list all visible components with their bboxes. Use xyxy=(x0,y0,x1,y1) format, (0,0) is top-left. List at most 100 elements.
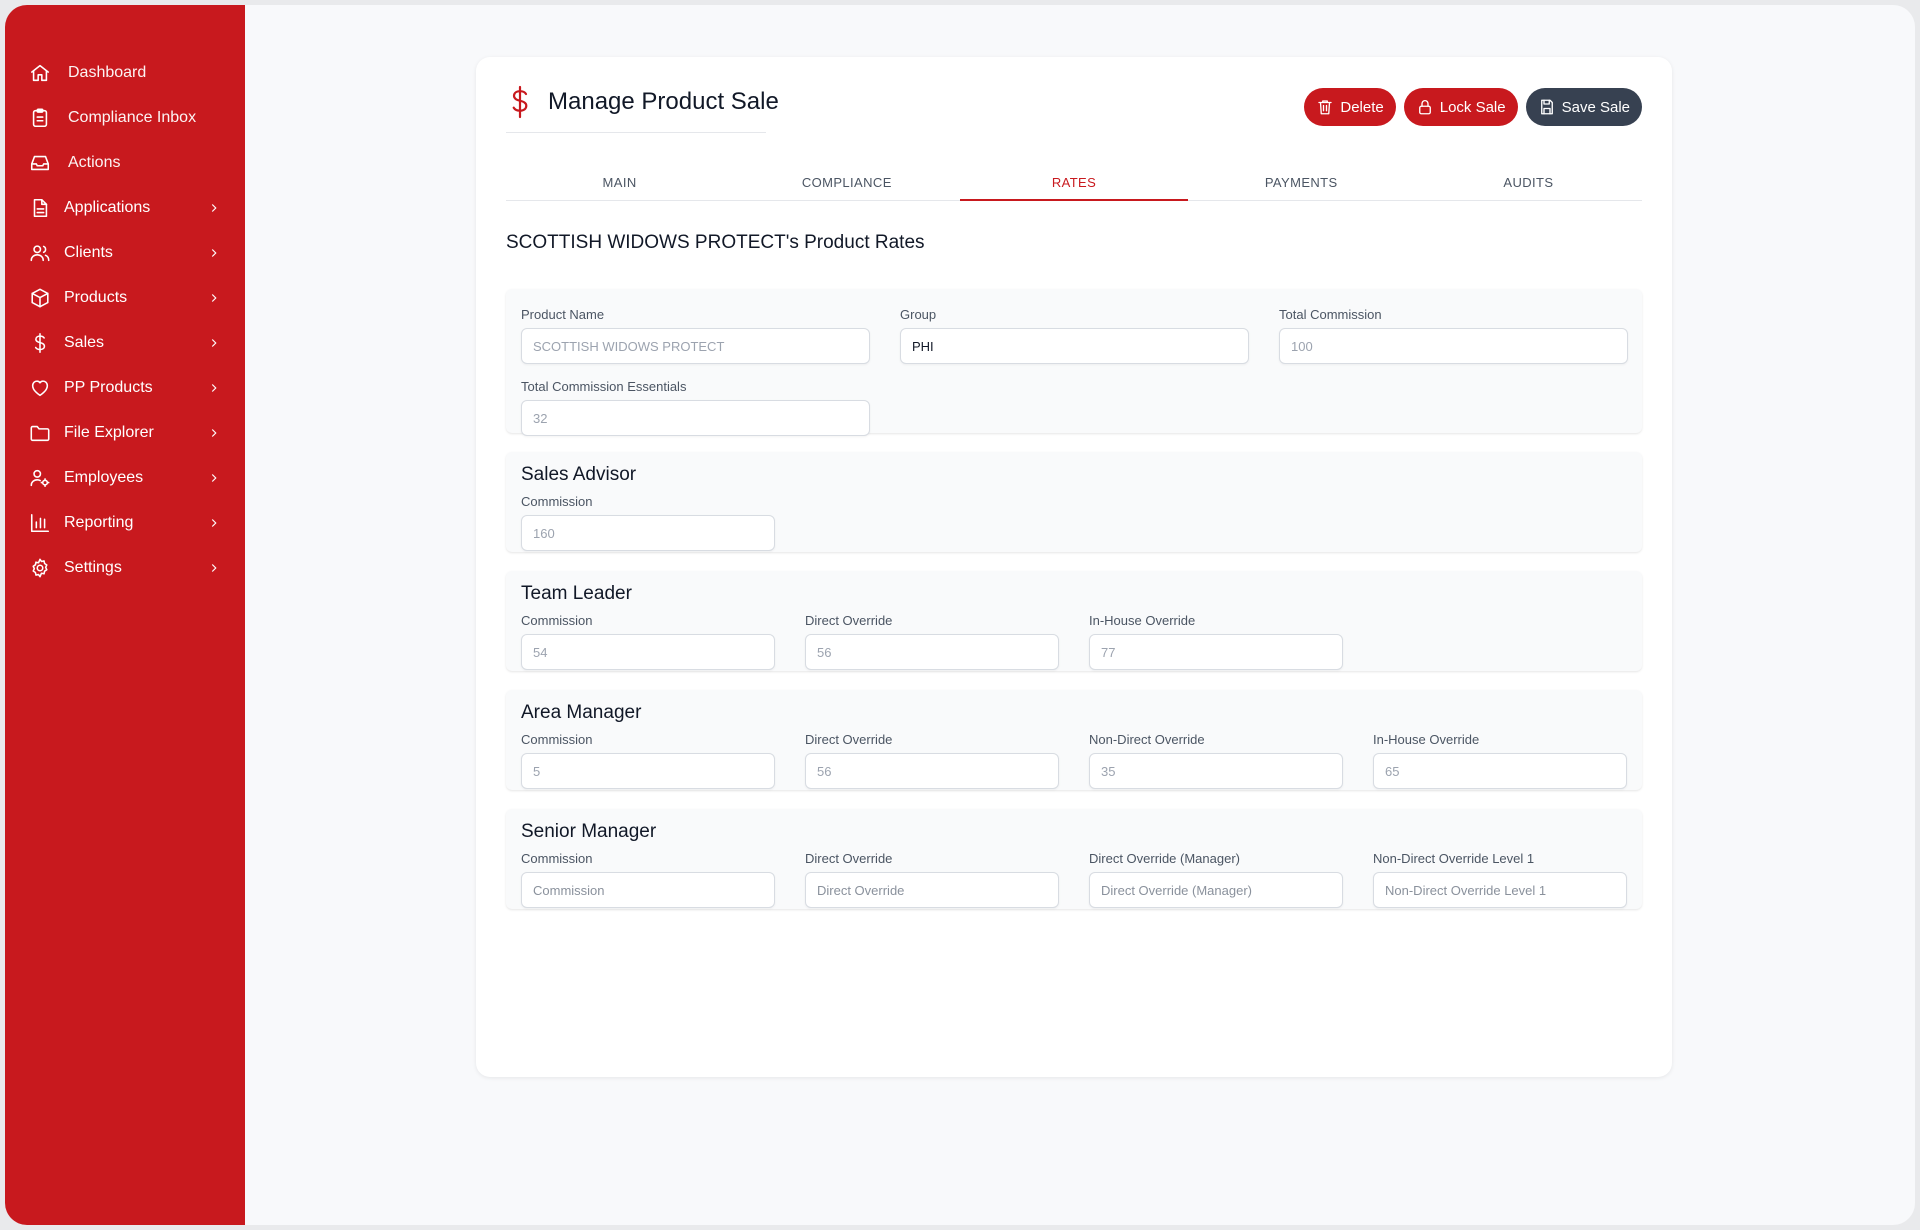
chevron-right-icon xyxy=(207,471,221,485)
sidebar-item-label: Compliance Inbox xyxy=(68,108,197,126)
total-commission-essentials-input[interactable] xyxy=(521,400,870,436)
dollar-icon xyxy=(506,85,534,119)
sidebar-item-settings[interactable]: Settings xyxy=(5,545,245,590)
area-manager-commission-input[interactable] xyxy=(521,753,775,789)
sidebar-item-label: Sales xyxy=(64,333,105,351)
non-direct-override-label: Non-Direct Override xyxy=(1089,732,1205,747)
area-manager-in-house-override-field: In-House Override xyxy=(1373,732,1627,789)
user-cog-icon xyxy=(28,466,52,490)
folder-icon xyxy=(28,421,52,445)
sidebar-item-file-explorer[interactable]: File Explorer xyxy=(5,410,245,455)
page-title: Manage Product Sale xyxy=(548,88,779,115)
group-label: Group xyxy=(900,307,937,322)
sidebar-item-label: Products xyxy=(64,288,128,306)
area-manager-in-house-override-input[interactable] xyxy=(1373,753,1627,789)
commission-label: Commission xyxy=(521,851,593,866)
sidebar-item-products[interactable]: Products xyxy=(5,275,245,320)
sidebar-item-label: Settings xyxy=(64,558,122,576)
non-direct-override-l1-label: Non-Direct Override Level 1 xyxy=(1373,851,1535,866)
chevron-right-icon xyxy=(207,426,221,440)
total-commission-label: Total Commission xyxy=(1279,307,1382,322)
sidebar-item-label: Actions xyxy=(68,153,121,171)
sidebar-item-label: Employees xyxy=(64,468,144,486)
team-leader-in-house-override-input[interactable] xyxy=(1089,634,1343,670)
section-title: SCOTTISH WIDOWS PROTECT's Product Rates xyxy=(506,232,925,253)
lock-sale-button[interactable]: Lock Sale xyxy=(1403,88,1518,126)
senior-manager-commission-field: Commission xyxy=(521,851,775,908)
senior-manager-non-direct-override-l1-input[interactable] xyxy=(1373,872,1627,908)
area-manager-panel: Area Manager Commission Direct Override … xyxy=(506,690,1642,790)
chevron-right-icon xyxy=(207,246,221,260)
tab-audits[interactable]: AUDITS xyxy=(1415,165,1642,200)
sidebar-item-applications[interactable]: Applications xyxy=(5,185,245,230)
tab-bar: MAIN COMPLIANCE RATES PAYMENTS AUDITS xyxy=(506,165,1642,201)
senior-manager-direct-override-input[interactable] xyxy=(805,872,1059,908)
users-icon xyxy=(28,241,52,265)
senior-manager-direct-override-manager-input[interactable] xyxy=(1089,872,1343,908)
senior-manager-direct-override-field: Direct Override xyxy=(805,851,1059,908)
chevron-right-icon xyxy=(207,201,221,215)
sidebar-item-pp-products[interactable]: PP Products xyxy=(5,365,245,410)
sidebar-item-employees[interactable]: Employees xyxy=(5,455,245,500)
senior-manager-commission-input[interactable] xyxy=(521,872,775,908)
commission-label: Commission xyxy=(521,494,593,509)
total-commission-input[interactable] xyxy=(1279,328,1628,364)
sidebar-item-sales[interactable]: Sales xyxy=(5,320,245,365)
commission-label: Commission xyxy=(521,732,593,747)
sales-advisor-panel: Sales Advisor Commission xyxy=(506,452,1642,552)
tab-main[interactable]: MAIN xyxy=(506,165,733,200)
team-leader-direct-override-field: Direct Override xyxy=(805,613,1059,670)
clipboard-icon xyxy=(28,106,52,130)
trash-icon xyxy=(1318,100,1333,115)
action-buttons: Delete Lock Sale Save Sale xyxy=(1304,88,1642,126)
gear-icon xyxy=(28,556,52,580)
sidebar: Dashboard Compliance Inbox Actions Appli… xyxy=(5,5,245,1225)
commission-label: Commission xyxy=(521,613,593,628)
sidebar-item-actions[interactable]: Actions xyxy=(5,140,245,185)
delete-button[interactable]: Delete xyxy=(1304,88,1396,126)
area-manager-title: Area Manager xyxy=(521,702,642,723)
sidebar-item-reporting[interactable]: Reporting xyxy=(5,500,245,545)
area-manager-direct-override-input[interactable] xyxy=(805,753,1059,789)
sidebar-item-label: Clients xyxy=(64,243,113,261)
sidebar-item-dashboard[interactable]: Dashboard xyxy=(5,50,245,95)
chevron-right-icon xyxy=(207,561,221,575)
area-manager-non-direct-override-input[interactable] xyxy=(1089,753,1343,789)
product-name-input[interactable] xyxy=(521,328,870,364)
delete-button-label: Delete xyxy=(1340,98,1384,116)
main-content: Manage Product Sale Delete Lock Sale Sav… xyxy=(245,5,1915,1225)
sidebar-item-label: Reporting xyxy=(64,513,134,531)
heart-icon xyxy=(28,376,52,400)
area-manager-direct-override-field: Direct Override xyxy=(805,732,1059,789)
team-leader-title: Team Leader xyxy=(521,583,632,604)
product-name-label: Product Name xyxy=(521,307,605,322)
sidebar-item-compliance-inbox[interactable]: Compliance Inbox xyxy=(5,95,245,140)
direct-override-manager-label: Direct Override (Manager) xyxy=(1089,851,1240,866)
team-leader-direct-override-input[interactable] xyxy=(805,634,1059,670)
senior-manager-panel: Senior Manager Commission Direct Overrid… xyxy=(506,809,1642,909)
tab-rates[interactable]: RATES xyxy=(960,165,1188,201)
area-manager-non-direct-override-field: Non-Direct Override xyxy=(1089,732,1343,789)
sidebar-item-clients[interactable]: Clients xyxy=(5,230,245,275)
group-input[interactable] xyxy=(900,328,1249,364)
save-sale-button[interactable]: Save Sale xyxy=(1525,88,1642,126)
team-leader-commission-field: Commission xyxy=(521,613,775,670)
total-commission-essentials-field: Total Commission Essentials xyxy=(521,379,870,436)
senior-manager-direct-override-manager-field: Direct Override (Manager) xyxy=(1089,851,1343,908)
sales-advisor-commission-input[interactable] xyxy=(521,515,775,551)
sidebar-item-label: Dashboard xyxy=(68,63,147,81)
lock-icon xyxy=(1418,100,1431,115)
tab-compliance[interactable]: COMPLIANCE xyxy=(733,165,960,200)
chevron-right-icon xyxy=(207,381,221,395)
title-divider xyxy=(506,132,766,133)
cube-icon xyxy=(28,286,52,310)
sales-advisor-commission-field: Commission xyxy=(521,494,775,551)
lock-sale-button-label: Lock Sale xyxy=(1439,98,1506,116)
page-header: Manage Product Sale xyxy=(506,85,779,119)
app-window: Dashboard Compliance Inbox Actions Appli… xyxy=(5,5,1915,1225)
home-icon xyxy=(28,61,52,85)
team-leader-commission-input[interactable] xyxy=(521,634,775,670)
in-house-override-label: In-House Override xyxy=(1373,732,1480,747)
sidebar-item-label: File Explorer xyxy=(64,423,154,441)
tab-payments[interactable]: PAYMENTS xyxy=(1188,165,1415,200)
